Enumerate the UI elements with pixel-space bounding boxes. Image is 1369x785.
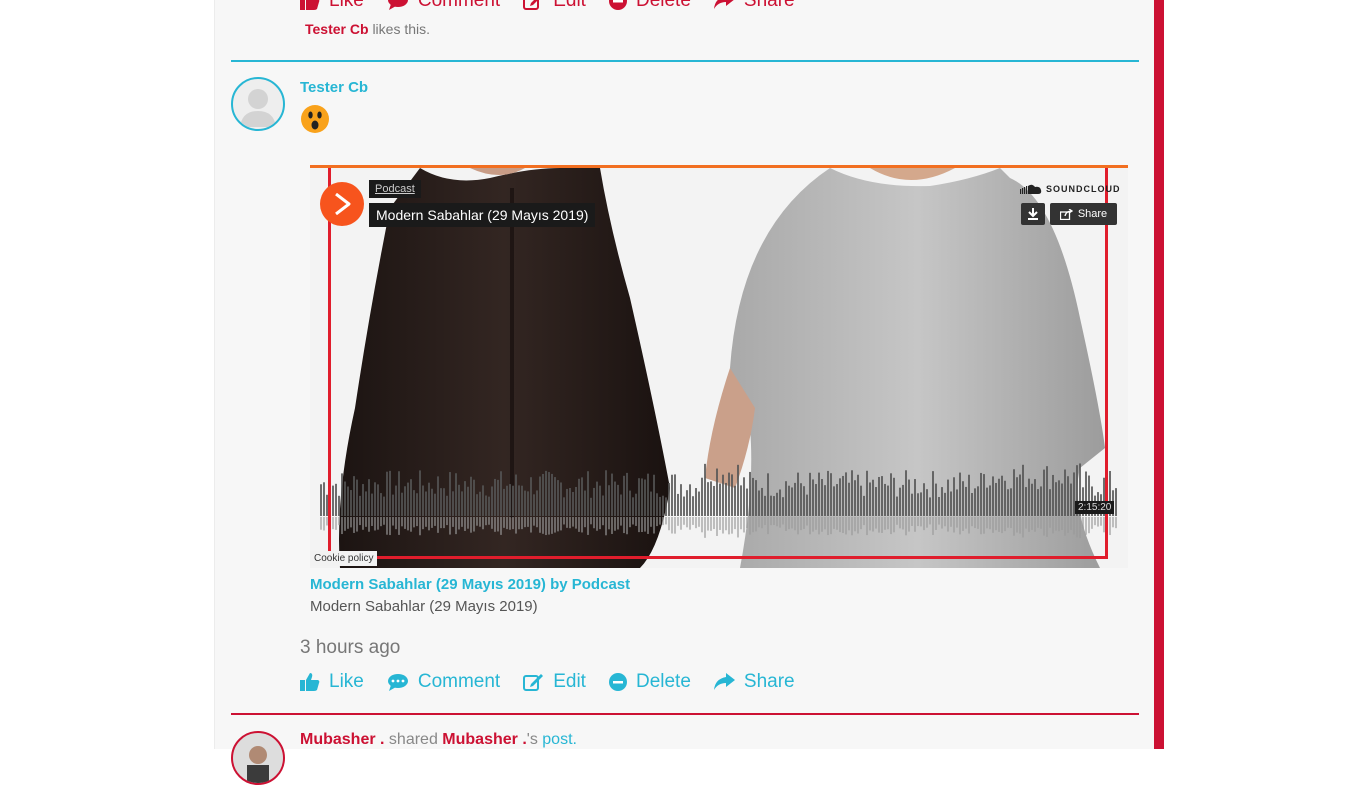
- edit-icon: [523, 0, 540, 10]
- soundcloud-embed[interactable]: Podcast Modern Sabahlar (29 Mayıs 2019) …: [310, 165, 1128, 568]
- play-icon: [335, 193, 351, 215]
- share-box-icon: [1059, 208, 1073, 220]
- shared-text: shared: [388, 731, 438, 748]
- edit-label: Edit: [553, 0, 586, 11]
- delete-label: Delete: [635, 0, 691, 11]
- embed-share-label: Share: [1077, 208, 1108, 220]
- like-button[interactable]: Like: [300, 671, 364, 693]
- comment-icon: [387, 0, 408, 10]
- post-divider: [231, 60, 1139, 62]
- delete-label: Delete: [635, 671, 691, 692]
- surprised-face-icon: [300, 104, 330, 139]
- share-button[interactable]: Share: [713, 671, 795, 693]
- like-button[interactable]: Like: [300, 0, 364, 12]
- like-label: Like: [329, 671, 364, 692]
- share-icon: [713, 673, 735, 690]
- waveform[interactable]: [320, 458, 1118, 548]
- edit-label: Edit: [553, 671, 586, 692]
- comment-icon: [387, 674, 408, 691]
- like-label: Like: [329, 0, 364, 11]
- minus-circle-icon: [608, 0, 627, 10]
- share-label: Share: [743, 671, 795, 692]
- original-post-author[interactable]: Mubasher .: [442, 731, 526, 748]
- default-user-icon: [240, 89, 276, 127]
- thumbs-up-icon: [300, 673, 320, 691]
- next-post-avatar[interactable]: [231, 731, 285, 785]
- delete-button[interactable]: Delete: [608, 0, 691, 12]
- user-photo: [247, 746, 269, 783]
- edit-icon: [523, 674, 544, 691]
- liker-name[interactable]: Tester Cb: [305, 21, 369, 37]
- thumbs-up-icon: [300, 0, 320, 10]
- edit-button[interactable]: Edit: [523, 671, 586, 693]
- author-avatar[interactable]: [231, 77, 285, 131]
- post-timestamp[interactable]: 3 hours ago: [300, 637, 400, 659]
- embed-share-button[interactable]: Share: [1050, 203, 1117, 225]
- comment-button[interactable]: Comment: [387, 671, 500, 693]
- comment-label: Comment: [417, 0, 501, 11]
- original-post-link[interactable]: post.: [542, 731, 577, 748]
- cookie-policy-link[interactable]: Cookie policy: [310, 551, 378, 566]
- share-label: Share: [743, 0, 795, 11]
- prev-post-actions: Like Comment Edit Delete Share: [300, 0, 818, 12]
- next-post-header: Mubasher . shared Mubasher .'s post.: [300, 731, 577, 749]
- track-user-link[interactable]: Podcast: [369, 180, 421, 198]
- next-post-author[interactable]: Mubasher .: [300, 731, 384, 748]
- soundcloud-logo[interactable]: SOUNDCLOUD: [1020, 184, 1121, 194]
- download-icon: [1028, 208, 1038, 220]
- link-preview-description: Modern Sabahlar (29 Mayıs 2019): [310, 598, 538, 615]
- download-button[interactable]: [1021, 203, 1045, 225]
- likes-suffix: likes this.: [372, 21, 431, 37]
- track-title[interactable]: Modern Sabahlar (29 Mayıs 2019): [369, 203, 596, 227]
- share-button[interactable]: Share: [713, 0, 795, 12]
- post-actions: Like Comment Edit Delete Share: [300, 671, 818, 693]
- sidebar-edge: [1154, 0, 1164, 749]
- comment-button[interactable]: Comment: [387, 0, 500, 12]
- track-duration: 2:15:20: [1075, 501, 1115, 514]
- link-preview-title[interactable]: Modern Sabahlar (29 Mayıs 2019) by Podca…: [310, 576, 630, 593]
- possessive-text: 's: [526, 731, 538, 748]
- post-author[interactable]: Tester Cb: [300, 79, 368, 96]
- likes-summary: Tester Cb likes this.: [305, 21, 430, 37]
- delete-button[interactable]: Delete: [608, 671, 691, 693]
- edit-button[interactable]: Edit: [523, 0, 586, 12]
- post-divider: [231, 713, 1139, 715]
- play-button[interactable]: [320, 182, 364, 226]
- soundcloud-cloud-icon: [1020, 184, 1042, 194]
- share-icon: [713, 0, 734, 9]
- soundcloud-brand: SOUNDCLOUD: [1046, 184, 1121, 194]
- minus-circle-icon: [608, 673, 627, 691]
- comment-label: Comment: [417, 671, 501, 692]
